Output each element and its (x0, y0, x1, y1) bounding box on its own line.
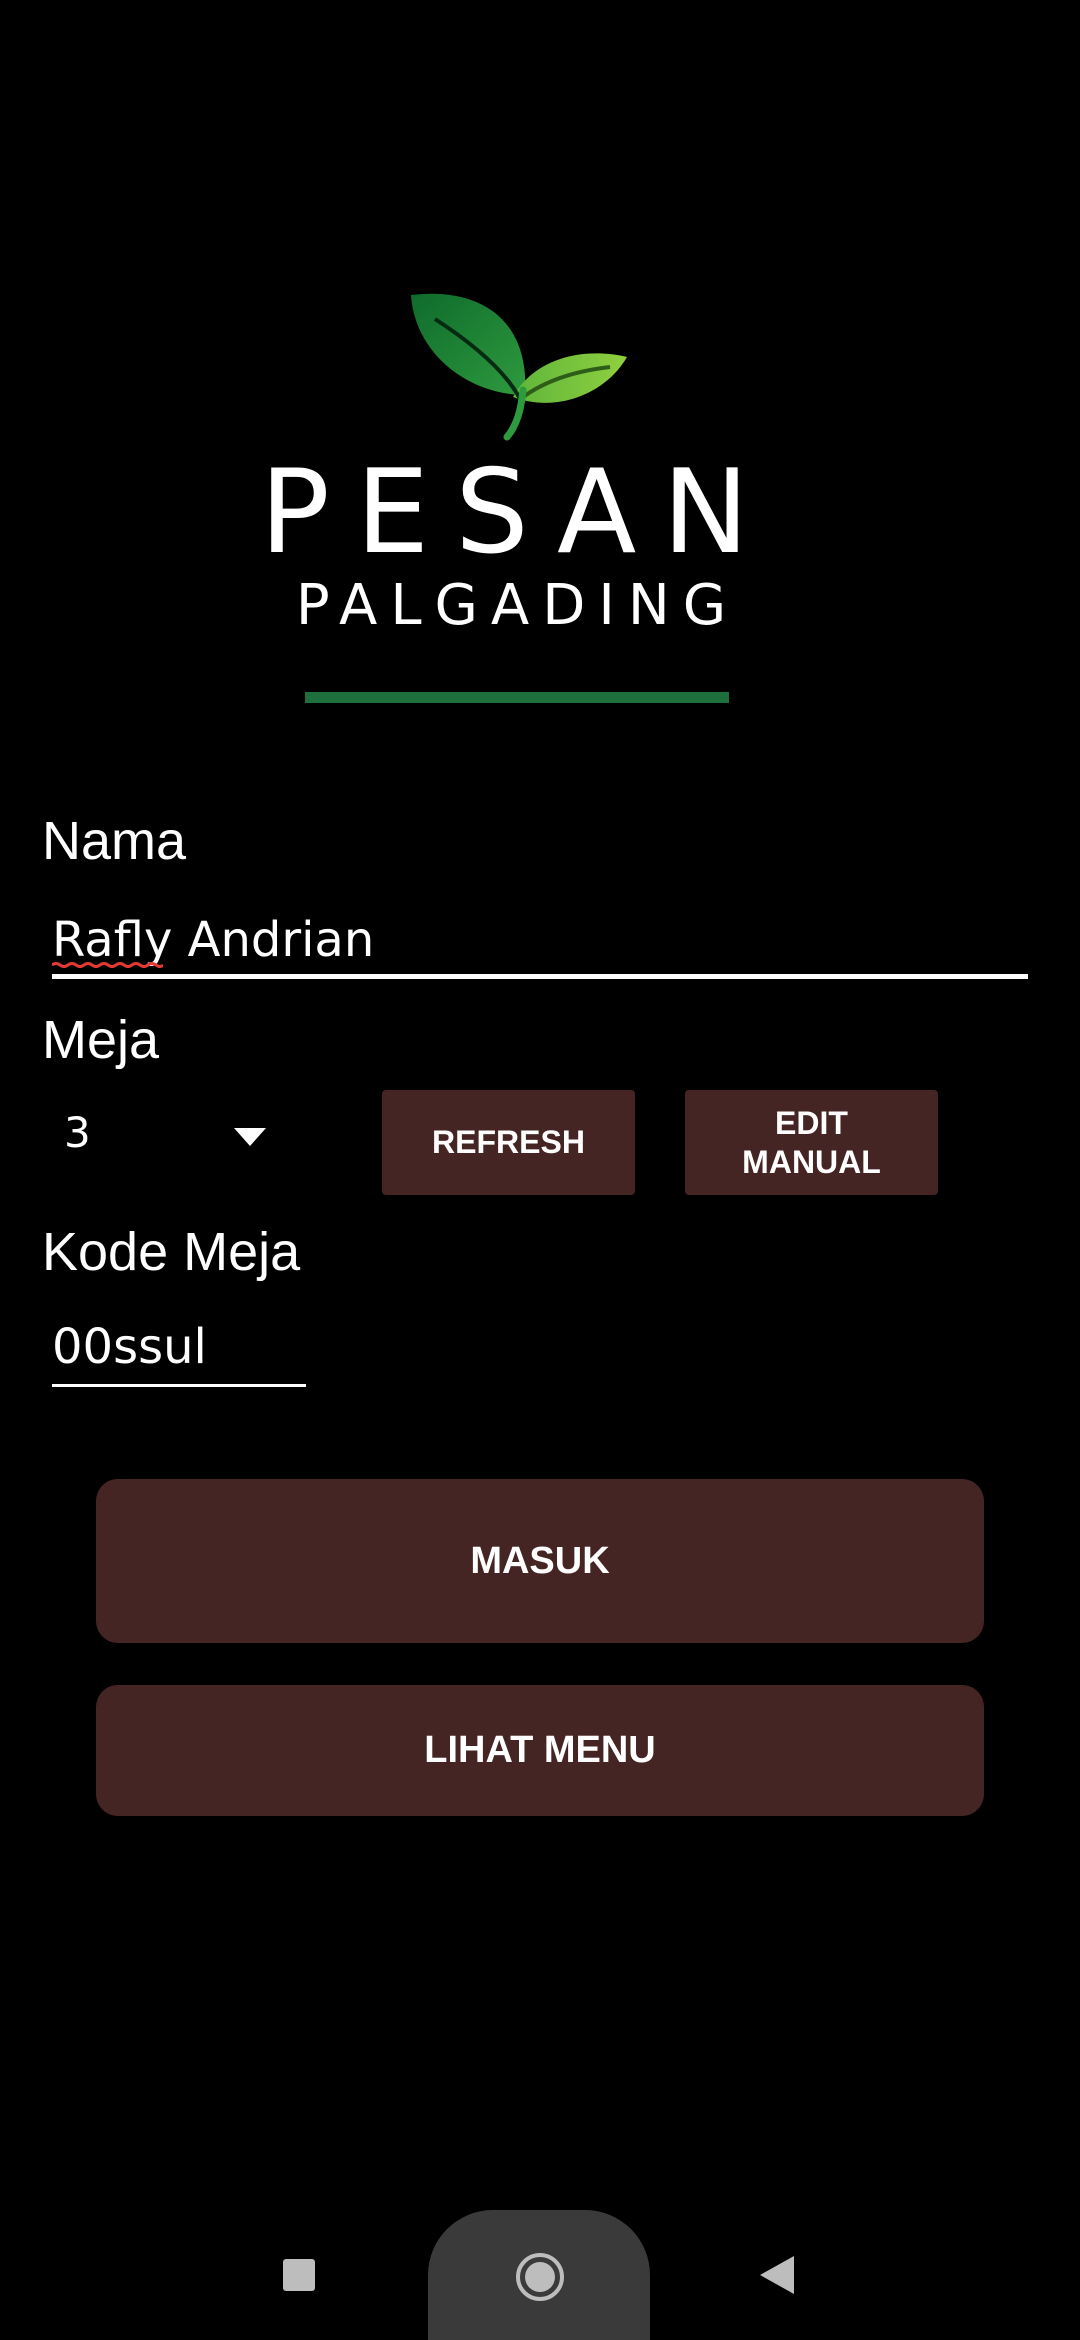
lihat-menu-button[interactable]: LIHAT MENU (96, 1685, 984, 1816)
kode-meja-label: Kode Meja (42, 1222, 301, 1282)
spellcheck-underline (52, 962, 163, 968)
refresh-button[interactable]: REFRESH (382, 1090, 635, 1195)
nama-label: Nama (42, 811, 187, 871)
edit-manual-button[interactable]: EDIT MANUAL (685, 1090, 938, 1195)
nama-input-underline (52, 974, 1028, 979)
back-triangle-icon[interactable] (760, 2256, 794, 2294)
brand-subtitle: PALGADING (295, 573, 740, 638)
kode-meja-input-underline (52, 1384, 306, 1387)
brand-title: PESAN (259, 445, 776, 580)
brand-underline (305, 692, 729, 703)
meja-selected-value: 3 (64, 1108, 91, 1157)
nama-input[interactable] (52, 905, 1027, 975)
dropdown-arrow-icon (234, 1128, 266, 1146)
home-circle-icon[interactable] (514, 2251, 566, 2303)
kode-meja-input[interactable] (52, 1312, 302, 1382)
masuk-button[interactable]: MASUK (96, 1479, 984, 1643)
recents-square-icon[interactable] (283, 2259, 315, 2291)
meja-label: Meja (42, 1010, 160, 1070)
leaf-logo-icon (411, 293, 627, 441)
